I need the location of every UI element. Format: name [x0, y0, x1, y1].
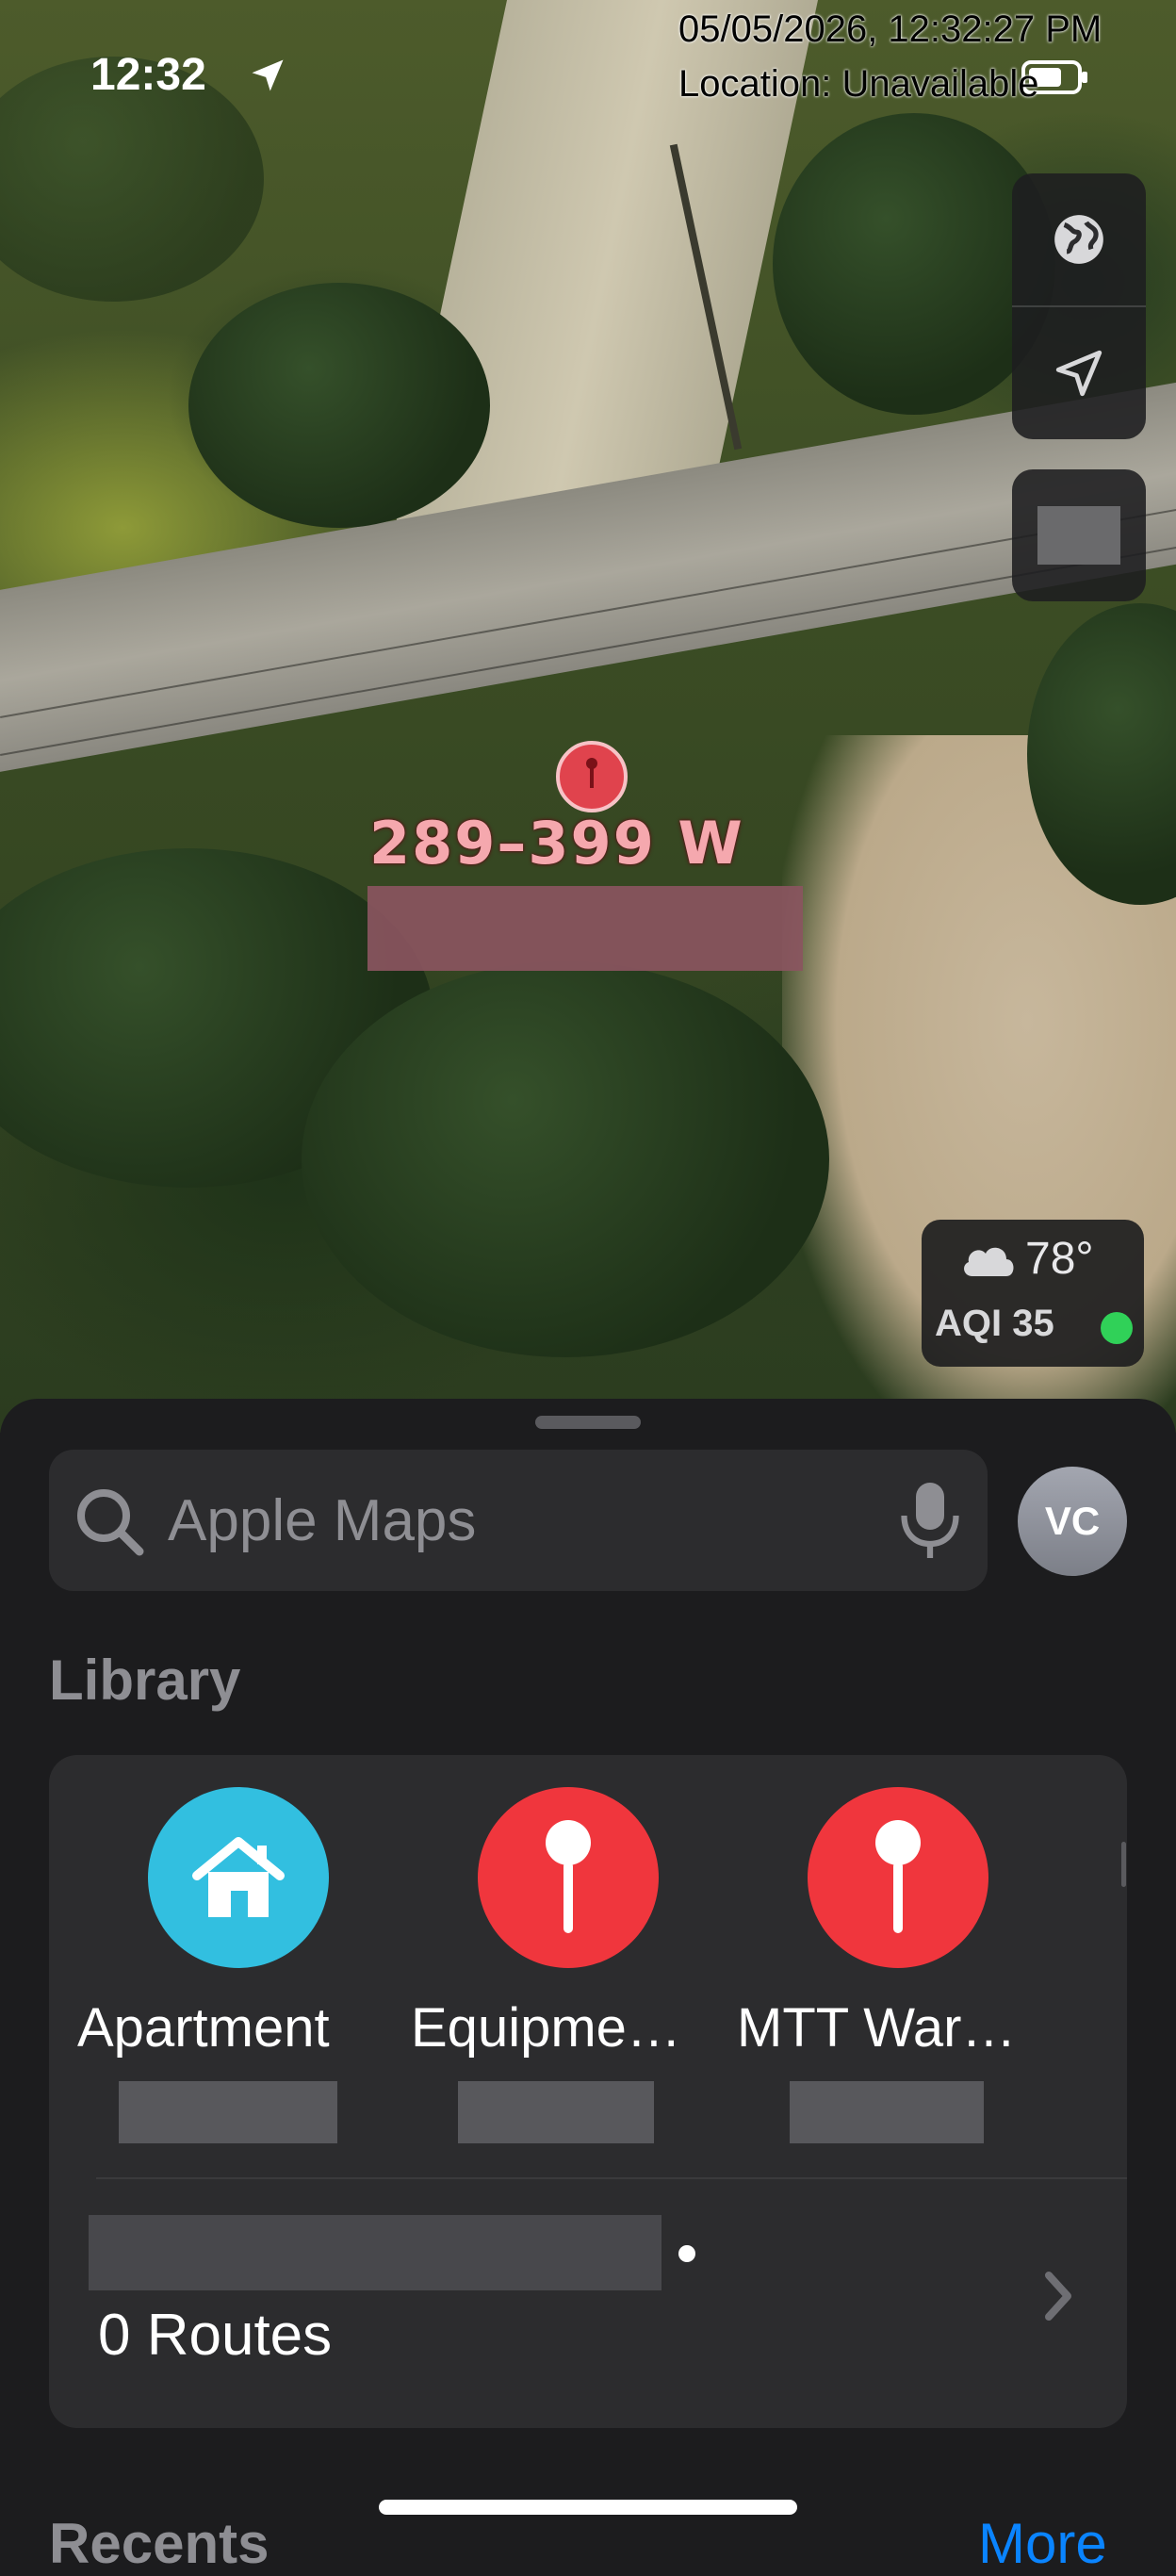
- weather-temperature: 78°: [1025, 1234, 1094, 1284]
- favorite-icon-circle: [808, 1787, 988, 1968]
- separator-dot: [678, 2245, 695, 2262]
- pin-address-label[interactable]: 289–399 W: [369, 809, 812, 878]
- library-heading: Library: [49, 1649, 241, 1712]
- recents-more-link[interactable]: More: [978, 2511, 1107, 2576]
- divider: [96, 2177, 1127, 2179]
- search-bar[interactable]: [49, 1450, 988, 1591]
- search-input[interactable]: [168, 1487, 922, 1554]
- redacted-detail: [119, 2081, 337, 2143]
- status-time: 12:32: [90, 50, 206, 100]
- home-indicator[interactable]: [379, 2500, 797, 2515]
- map-type-button[interactable]: [1012, 173, 1146, 305]
- favorite-apartment[interactable]: Apartment: [49, 1787, 360, 2143]
- sheet-grabber[interactable]: [535, 1416, 641, 1429]
- scroll-indicator: [1121, 1842, 1126, 1887]
- search-icon: [77, 1489, 144, 1556]
- locate-me-button[interactable]: [1012, 307, 1146, 439]
- redacted-guide-title[interactable]: [89, 2215, 662, 2290]
- house-icon: [192, 1837, 285, 1917]
- redacted-control-button[interactable]: [1012, 469, 1146, 601]
- weather-widget[interactable]: 78° AQI 35: [922, 1220, 1144, 1367]
- redacted-address-line: [368, 886, 803, 971]
- library-card: Apartment Equipme… MTT War… 0 Routes: [49, 1755, 1127, 2428]
- location-arrow-icon: [1055, 350, 1102, 397]
- cloud-icon: [964, 1247, 1014, 1276]
- globe-icon: [1054, 215, 1103, 264]
- location-arrow-icon: [252, 59, 284, 91]
- account-avatar[interactable]: VC: [1018, 1467, 1127, 1576]
- routes-count[interactable]: 0 Routes: [98, 2302, 332, 2369]
- map-controls: [1012, 173, 1146, 439]
- favorite-label: MTT War…: [737, 1997, 1017, 2059]
- tree-cluster: [302, 961, 829, 1357]
- pin-icon: [875, 1820, 921, 1933]
- redacted-detail: [790, 2081, 984, 2143]
- favorite-icon-circle: [148, 1787, 329, 1968]
- map-view[interactable]: 289–399 W: [0, 0, 1176, 1433]
- overlay-datetime: 05/05/2026, 12:32:27 PM: [678, 8, 1102, 50]
- microphone-icon[interactable]: [897, 1478, 963, 1563]
- chevron-right-icon[interactable]: [1035, 2268, 1082, 2324]
- pin-icon: [546, 1820, 591, 1933]
- redacted-area: [1037, 506, 1120, 565]
- aqi-status-dot: [1101, 1312, 1133, 1344]
- bottom-sheet: VC Library Apartment: [0, 1399, 1176, 2575]
- redacted-detail: [458, 2081, 654, 2143]
- dropped-pin[interactable]: [556, 741, 628, 812]
- favorite-equipment[interactable]: Equipme…: [379, 1787, 690, 2143]
- air-quality-index: AQI 35: [935, 1303, 1054, 1344]
- recents-heading: Recents: [49, 2512, 270, 2575]
- weather-temp-row: 78°: [959, 1233, 1094, 1285]
- overlay-location: Location: Unavailable: [678, 63, 1039, 105]
- timestamp-overlay: 05/05/2026, 12:32:27 PM Location: Unavai…: [678, 2, 1102, 111]
- favorite-icon-circle: [478, 1787, 659, 1968]
- tree-cluster: [188, 283, 490, 528]
- favorite-mtt-warehouse[interactable]: MTT War…: [709, 1787, 1020, 2143]
